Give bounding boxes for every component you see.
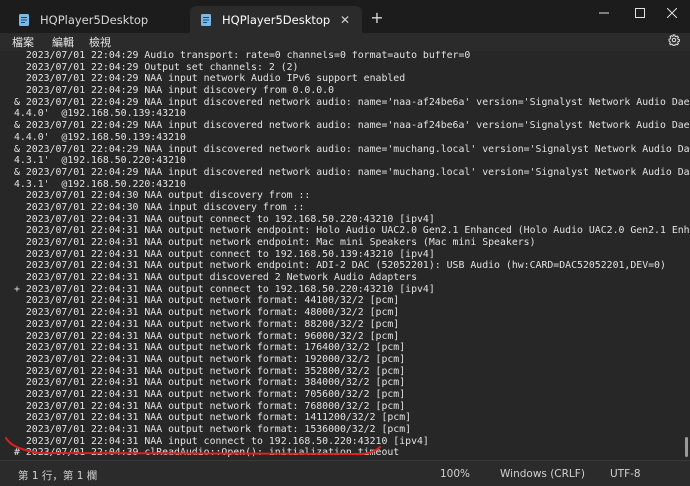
maximize-icon[interactable] <box>622 0 658 26</box>
log-line: 2023/07/01 22:04:29 NAA input discovery … <box>14 85 335 97</box>
cursor-position: 第 1 行，第 1 欄 <box>18 470 98 482</box>
title-bar: HQPlayer5Desktop HQPlayer5Desktop ✕ + <box>0 0 690 33</box>
log-line: 2023/07/01 22:04:31 NAA output connect t… <box>14 248 435 260</box>
scroll-thumb[interactable] <box>685 437 688 457</box>
log-line: 2023/07/01 22:04:30 NAA output discovery… <box>14 190 311 202</box>
log-line: 4.4.0' @192.168.50.139:43210 <box>14 108 186 120</box>
log-line: 2023/07/01 22:04:31 NAA output network f… <box>14 330 400 342</box>
log-line: 4.4.0' @192.168.50.139:43210 <box>14 131 186 143</box>
tab-title: HQPlayer5Desktop <box>222 12 331 27</box>
log-line: 2023/07/01 22:04:31 NAA output network f… <box>14 318 400 330</box>
menu-bar: 檔案 編輯 檢視 <box>0 33 690 51</box>
log-line: 4.3.1' @192.168.50.220:43210 <box>14 155 186 167</box>
status-bar: 第 1 行，第 1 欄 100% Windows (CRLF) UTF-8 <box>0 460 690 486</box>
plus-icon[interactable]: + <box>368 8 386 28</box>
log-line: 2023/07/01 22:04:29 Audio transport: rat… <box>14 51 471 61</box>
log-line: 2023/07/01 22:04:31 NAA output network f… <box>14 424 412 435</box>
log-line: 2023/07/01 22:04:31 NAA input connect to… <box>14 435 429 447</box>
tab-title: HQPlayer5Desktop <box>40 12 149 27</box>
log-line: + 2023/07/01 22:04:31 NAA output connect… <box>14 283 435 295</box>
log-line: 2023/07/01 22:04:31 NAA output network f… <box>14 307 400 319</box>
menu-view[interactable]: 檢視 <box>89 34 111 50</box>
log-line: & 2023/07/01 22:04:29 NAA input discover… <box>14 143 690 155</box>
log-line: 2023/07/01 22:04:31 NAA output network f… <box>14 365 406 377</box>
log-line: 2023/07/01 22:04:29 Output set channels:… <box>14 61 299 73</box>
close-icon[interactable]: ✕ <box>338 13 352 27</box>
gear-icon[interactable] <box>668 34 680 49</box>
minimize-icon[interactable] <box>586 0 622 26</box>
log-text: 2023/07/01 22:04:29 Audio transport: rat… <box>14 51 690 459</box>
notepad-icon <box>200 13 212 27</box>
log-line: & 2023/07/01 22:04:29 NAA input discover… <box>14 166 690 178</box>
vertical-scrollbar[interactable] <box>684 53 688 459</box>
log-line: & 2023/07/01 22:04:29 NAA input discover… <box>14 120 690 132</box>
log-line: 2023/07/01 22:04:31 NAA output network f… <box>14 295 400 307</box>
log-line: 2023/07/01 22:04:31 NAA output network e… <box>14 260 666 272</box>
log-line: 2023/07/01 22:04:31 NAA output network f… <box>14 400 406 412</box>
log-line: 2023/07/01 22:04:31 NAA output discovere… <box>14 272 417 284</box>
tab-hqplayer-2[interactable]: HQPlayer5Desktop ✕ <box>190 6 362 33</box>
text-editor[interactable]: 2023/07/01 22:04:29 Audio transport: rat… <box>0 51 690 460</box>
line-ending[interactable]: Windows (CRLF) <box>500 468 585 480</box>
tab-hqplayer-1[interactable]: HQPlayer5Desktop <box>8 6 186 33</box>
log-line: 2023/07/01 22:04:31 NAA output network f… <box>14 388 406 400</box>
notepad-icon <box>18 13 30 27</box>
log-line: 2023/07/01 22:04:31 NAA output connect t… <box>14 213 435 225</box>
log-line: 2023/07/01 22:04:31 NAA output network e… <box>14 237 536 248</box>
log-line: & 2023/07/01 22:04:29 NAA input discover… <box>14 96 690 108</box>
log-line: 2023/07/01 22:04:30 NAA input discovery … <box>14 201 305 213</box>
menu-file[interactable]: 檔案 <box>12 34 34 50</box>
close-icon[interactable] <box>654 0 690 26</box>
log-line: 2023/07/01 22:04:31 NAA output network f… <box>14 412 412 424</box>
log-line: 2023/07/01 22:04:31 NAA output network f… <box>14 353 406 365</box>
menu-edit[interactable]: 編輯 <box>52 34 74 50</box>
log-line: 2023/07/01 22:04:31 NAA output network e… <box>14 225 690 237</box>
log-line: 2023/07/01 22:04:31 NAA output network f… <box>14 342 406 354</box>
zoom-level[interactable]: 100% <box>440 468 470 480</box>
log-line: 2023/07/01 22:04:31 NAA output network f… <box>14 377 406 389</box>
log-line: # 2023/07/01 22:04:39 clReadAudio::Open(… <box>14 447 400 459</box>
log-line: 2023/07/01 22:04:29 NAA input network Au… <box>14 73 406 85</box>
encoding[interactable]: UTF-8 <box>610 468 641 480</box>
log-line: 4.3.1' @192.168.50.220:43210 <box>14 178 186 190</box>
